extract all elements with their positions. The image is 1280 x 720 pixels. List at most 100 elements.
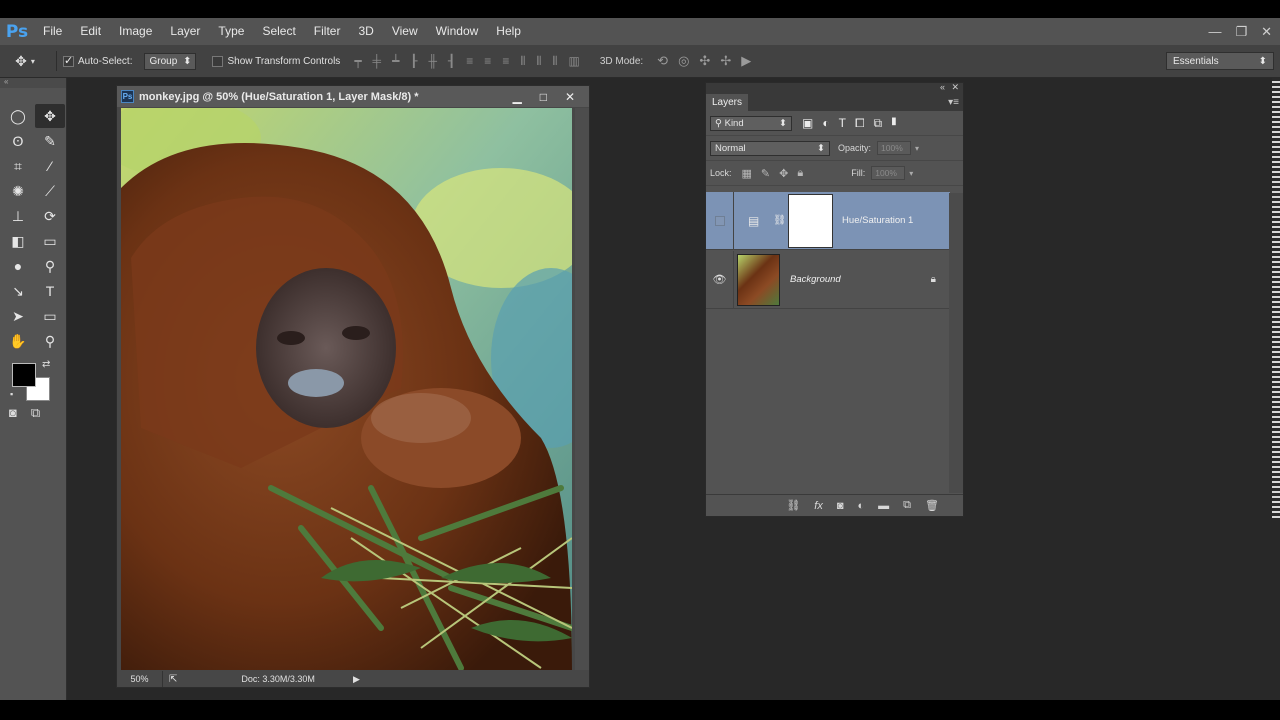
menu-layer[interactable]: Layer xyxy=(161,18,209,45)
quick-mask-icon[interactable]: ◙ xyxy=(9,405,17,421)
tab-layers[interactable]: Layers xyxy=(706,94,749,111)
blur-tool-icon[interactable]: ● xyxy=(3,254,33,278)
new-group-icon[interactable]: ▬ xyxy=(878,500,889,512)
gradient-tool-icon[interactable]: ▭ xyxy=(35,229,65,253)
align-vcenter-icon[interactable]: ╪ xyxy=(373,54,382,69)
menu-type[interactable]: Type xyxy=(209,18,253,45)
layer-style-fx-icon[interactable]: fx xyxy=(814,500,823,512)
3d-drag-icon[interactable]: ✣ xyxy=(699,53,710,69)
layer-visibility-toggle[interactable]: 👁︎ xyxy=(706,250,734,309)
eraser-tool-icon[interactable]: ◧ xyxy=(3,229,33,253)
rectangle-tool-icon[interactable]: ▭ xyxy=(35,304,65,328)
add-mask-icon[interactable]: ◙ xyxy=(837,500,844,512)
menu-help[interactable]: Help xyxy=(487,18,530,45)
status-menu-arrow-icon[interactable]: ▶ xyxy=(353,674,360,685)
filter-toggle-icon[interactable]: ▮ xyxy=(891,116,897,131)
3d-slide-icon[interactable]: ✢ xyxy=(720,53,731,69)
panel-menu-icon[interactable]: ▾≡ xyxy=(948,97,959,108)
layer-row-background[interactable]: 👁︎ Background 🔒︎ xyxy=(706,250,950,309)
filter-kind-dropdown[interactable]: ⚲ Kind ⬍ xyxy=(710,115,792,131)
crop-tool-icon[interactable]: ⌗ xyxy=(3,154,33,178)
hand-tool-icon[interactable]: ✋ xyxy=(3,329,33,353)
maximize-document-icon[interactable]: □ xyxy=(540,90,547,104)
tools-panel-header[interactable]: « xyxy=(0,78,66,88)
distribute-right-icon[interactable]: ⫴ xyxy=(552,54,557,69)
fill-slider-arrow-icon[interactable]: ▾ xyxy=(909,169,913,178)
brush-tool-icon[interactable]: ⟋ xyxy=(35,179,65,203)
auto-select-checkbox[interactable] xyxy=(63,54,74,67)
blend-mode-dropdown[interactable]: Normal ⬍ xyxy=(710,140,830,156)
history-brush-tool-icon[interactable]: ⟳ xyxy=(35,204,65,228)
close-document-icon[interactable]: ✕ xyxy=(565,90,575,104)
3d-scale-icon[interactable]: ▶ xyxy=(741,53,751,69)
close-app-icon[interactable]: ✕ xyxy=(1261,24,1272,40)
layer-visibility-toggle[interactable] xyxy=(706,191,734,250)
3d-roll-icon[interactable]: ◎ xyxy=(678,53,689,69)
restore-app-icon[interactable]: ❐ xyxy=(1235,24,1247,40)
lock-position-icon[interactable]: ✥ xyxy=(779,167,788,180)
link-layers-icon[interactable]: ⛓ xyxy=(786,499,800,512)
distribute-hcenter-icon[interactable]: ⫴ xyxy=(536,54,541,69)
screen-mode-icon[interactable]: ⧉ xyxy=(31,405,40,421)
workspace-switcher[interactable]: Essentials ⬍ xyxy=(1166,52,1274,70)
path-selection-tool-icon[interactable]: ➤ xyxy=(3,304,33,328)
filter-smart-object-icon[interactable]: ⧉ xyxy=(874,116,883,131)
healing-brush-tool-icon[interactable]: ✺ xyxy=(3,179,33,203)
swap-colors-icon[interactable]: ⇄ xyxy=(42,359,50,370)
menu-edit[interactable]: Edit xyxy=(71,18,110,45)
fill-field[interactable]: 100% xyxy=(871,166,906,180)
menu-view[interactable]: View xyxy=(383,18,427,45)
auto-align-icon[interactable]: ▥ xyxy=(568,54,579,69)
filter-pixel-icon[interactable]: ▣ xyxy=(802,116,813,131)
menu-window[interactable]: Window xyxy=(427,18,488,45)
lasso-tool-icon[interactable]: ʘ xyxy=(3,129,33,153)
align-bottom-icon[interactable]: ┷ xyxy=(392,54,399,69)
minimize-app-icon[interactable]: — xyxy=(1208,24,1221,39)
tool-preset-picker[interactable]: ✥ ▾ xyxy=(0,53,50,70)
distribute-top-icon[interactable]: ≡ xyxy=(466,54,473,69)
auto-select-dropdown[interactable]: Group ⬍ xyxy=(144,52,197,70)
lock-transparent-icon[interactable]: ▦ xyxy=(742,167,752,180)
layer-mask-thumbnail[interactable] xyxy=(788,193,834,248)
foreground-color-swatch[interactable] xyxy=(12,363,36,387)
filter-adjustment-icon[interactable]: ◐ xyxy=(822,116,829,131)
menu-image[interactable]: Image xyxy=(110,18,161,45)
layer-thumbnail[interactable] xyxy=(737,253,780,306)
dodge-tool-icon[interactable]: ⚲ xyxy=(35,254,65,278)
pen-tool-icon[interactable]: ↘ xyxy=(3,279,33,303)
new-layer-icon[interactable]: ⧉ xyxy=(903,499,911,512)
image-canvas[interactable] xyxy=(121,108,572,670)
minimize-document-icon[interactable]: ▁ xyxy=(512,90,521,104)
distribute-bottom-icon[interactable]: ≡ xyxy=(502,54,509,69)
export-icon[interactable]: ⇱ xyxy=(169,674,177,685)
filter-shape-icon[interactable]: ⧠ xyxy=(855,116,865,131)
quick-selection-tool-icon[interactable]: ✎ xyxy=(35,129,65,153)
marquee-tool-icon[interactable]: ◯ xyxy=(3,104,33,128)
zoom-tool-icon[interactable]: ⚲ xyxy=(35,329,65,353)
align-hcenter-icon[interactable]: ╫ xyxy=(429,54,438,69)
align-left-icon[interactable]: ┠ xyxy=(410,54,417,69)
zoom-level-field[interactable]: 50% xyxy=(117,671,163,687)
lock-all-icon[interactable]: 🔒︎ xyxy=(797,167,803,180)
distribute-vcenter-icon[interactable]: ≡ xyxy=(484,54,491,69)
layer-row-hue-saturation[interactable]: ▤ ⛓ Hue/Saturation 1 xyxy=(706,191,950,250)
menu-select[interactable]: Select xyxy=(253,18,304,45)
eyedropper-tool-icon[interactable]: ⁄ xyxy=(35,154,65,178)
mask-link-icon[interactable]: ⛓ xyxy=(773,215,786,226)
filter-type-icon[interactable]: T xyxy=(839,116,846,131)
menu-3d[interactable]: 3D xyxy=(349,18,382,45)
show-transform-checkbox[interactable] xyxy=(212,55,224,67)
delete-layer-icon[interactable]: 🗑︎ xyxy=(925,499,939,512)
move-tool-icon[interactable]: ✥ xyxy=(35,104,65,128)
document-title-bar[interactable]: Ps monkey.jpg @ 50% (Hue/Saturation 1, L… xyxy=(117,86,589,107)
align-top-icon[interactable]: ┯ xyxy=(354,54,361,69)
layers-scrollbar[interactable] xyxy=(949,193,963,493)
menu-filter[interactable]: Filter xyxy=(305,18,350,45)
close-panel-icon[interactable]: ✕ xyxy=(951,82,959,93)
3d-rotate-icon[interactable]: ⟲ xyxy=(657,53,668,69)
opacity-slider-arrow-icon[interactable]: ▾ xyxy=(915,144,919,153)
lock-image-icon[interactable]: ✎ xyxy=(761,167,770,180)
opacity-field[interactable]: 100% xyxy=(877,141,912,155)
clone-stamp-tool-icon[interactable]: ⊥ xyxy=(3,204,33,228)
new-adjustment-layer-icon[interactable]: ◐ xyxy=(858,500,865,512)
